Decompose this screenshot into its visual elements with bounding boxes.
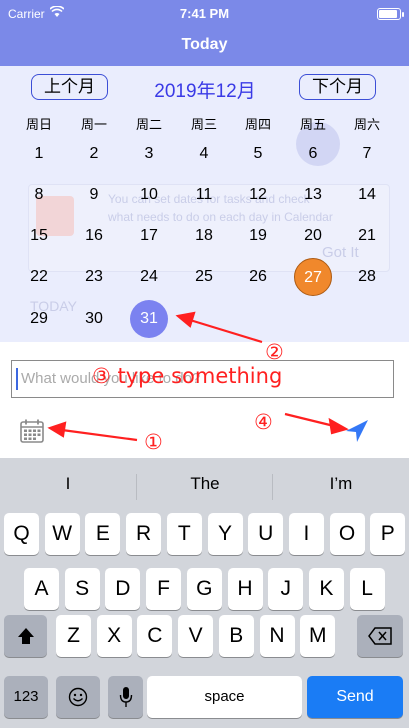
annotation-1: ① (144, 430, 163, 454)
suggestion-1[interactable]: I (0, 474, 136, 494)
key-g[interactable]: G (186, 568, 222, 610)
send-key[interactable]: Send (307, 676, 403, 718)
key-i[interactable]: I (288, 513, 324, 555)
shift-key[interactable] (4, 615, 47, 657)
suggestion-3[interactable]: I’m (273, 474, 409, 494)
suggestion-bar: I The I’m (0, 458, 409, 512)
suggestion-2[interactable]: The (137, 474, 273, 494)
annotation-4: ④ (254, 410, 273, 434)
key-f[interactable]: F (146, 568, 182, 610)
delete-key[interactable] (357, 615, 403, 657)
key-m[interactable]: M (300, 615, 336, 657)
key-l[interactable]: L (349, 568, 385, 610)
key-v[interactable]: V (178, 615, 214, 657)
key-n[interactable]: N (259, 615, 295, 657)
dictation-key[interactable] (108, 676, 143, 718)
key-h[interactable]: H (227, 568, 263, 610)
key-p[interactable]: P (370, 513, 406, 555)
key-c[interactable]: C (137, 615, 173, 657)
key-j[interactable]: J (268, 568, 304, 610)
key-e[interactable]: E (85, 513, 121, 555)
keyboard: I The I’m QWERTYUIOPASDFGHJKLZXCVBNM 123… (0, 458, 409, 728)
key-w[interactable]: W (44, 513, 80, 555)
key-x[interactable]: X (96, 615, 132, 657)
space-key[interactable]: space (147, 676, 302, 718)
annotation-2: ② (265, 340, 284, 364)
key-k[interactable]: K (308, 568, 344, 610)
backspace-icon (368, 627, 392, 645)
key-r[interactable]: R (126, 513, 162, 555)
emoji-key[interactable] (56, 676, 100, 718)
key-t[interactable]: T (166, 513, 202, 555)
key-s[interactable]: S (64, 568, 100, 610)
key-b[interactable]: B (218, 615, 254, 657)
key-u[interactable]: U (248, 513, 284, 555)
numbers-key[interactable]: 123 (4, 676, 48, 718)
key-y[interactable]: Y (207, 513, 243, 555)
key-q[interactable]: Q (4, 513, 39, 555)
shift-icon (17, 628, 34, 644)
emoji-icon (68, 687, 88, 707)
microphone-icon (119, 687, 132, 707)
key-a[interactable]: A (24, 568, 59, 610)
key-z[interactable]: Z (56, 615, 91, 657)
key-o[interactable]: O (329, 513, 365, 555)
key-d[interactable]: D (105, 568, 141, 610)
